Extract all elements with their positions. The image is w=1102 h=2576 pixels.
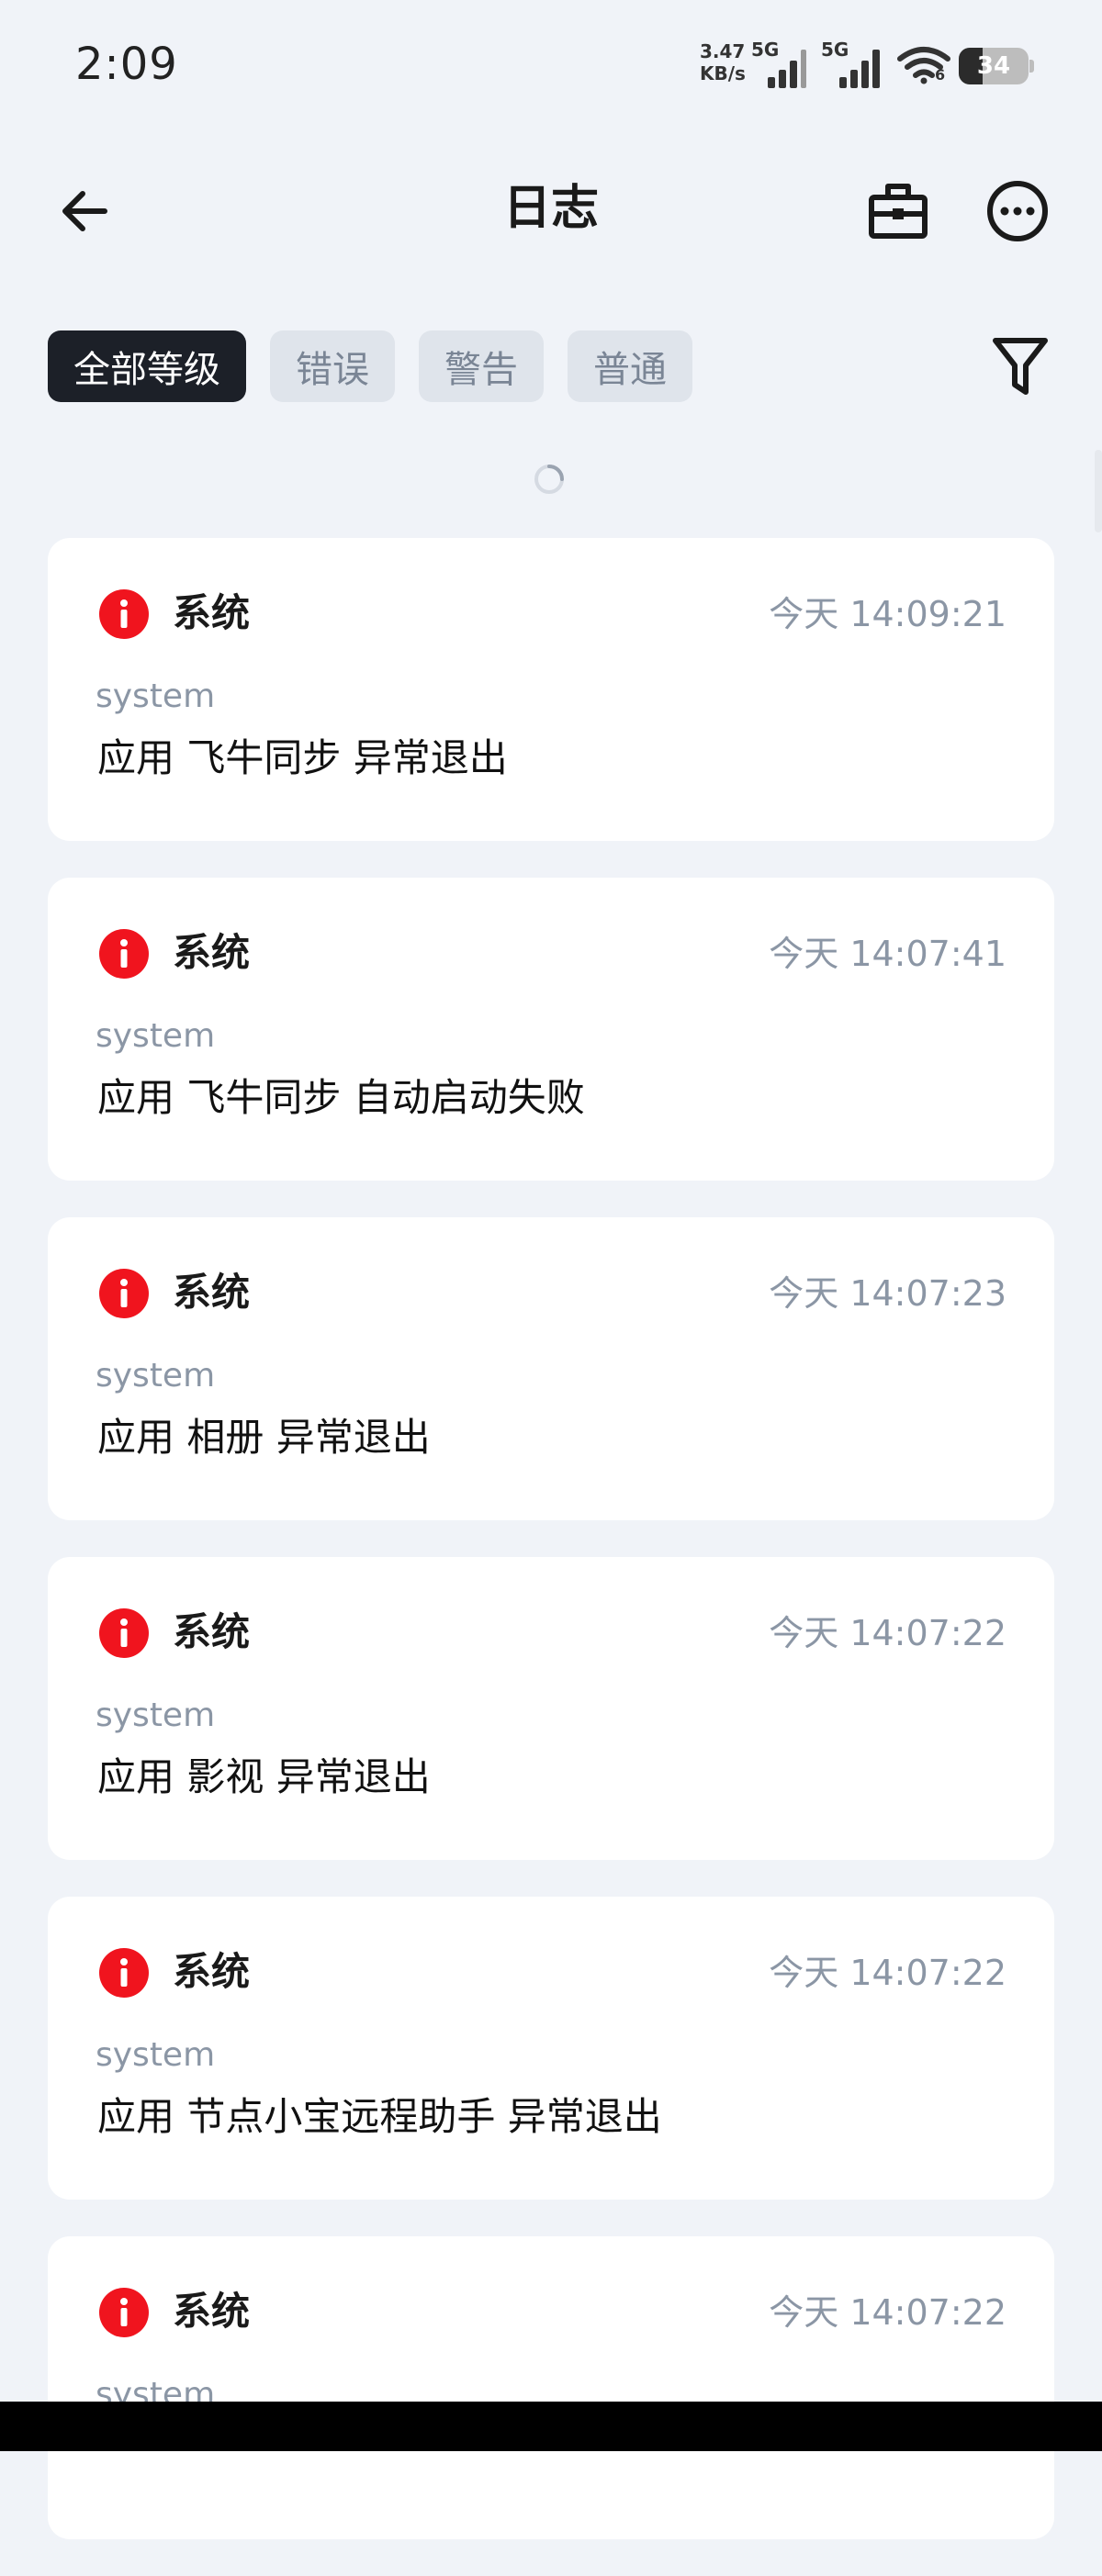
- log-source: 系统: [173, 1949, 251, 1994]
- network-speed: 3.47 KB/s: [700, 40, 746, 84]
- battery-tip: [1029, 60, 1034, 73]
- error-icon: [99, 1608, 149, 1658]
- log-message: 应用 飞牛同步 自动启动失败: [97, 1075, 585, 1120]
- log-source: 系统: [173, 930, 251, 975]
- wifi-indicator: 6: [896, 46, 951, 88]
- log-time: 今天 14:09:21: [769, 594, 1006, 634]
- page-title: 日志: [502, 181, 599, 236]
- log-card[interactable]: 系统 今天 14:07:22 system: [48, 2236, 1054, 2539]
- toolbox-button[interactable]: [861, 174, 935, 248]
- error-icon: [99, 2288, 149, 2337]
- log-card[interactable]: 系统 今天 14:07:22 system 应用 影视 异常退出: [48, 1557, 1054, 1860]
- wifi-type: 6: [935, 66, 946, 84]
- signal-bars-icon: [839, 50, 880, 88]
- log-time: 今天 14:07:23: [769, 1273, 1006, 1314]
- status-bar: 2:09 3.47 KB/s 5G 5G 6 34: [0, 0, 1102, 129]
- more-icon: [987, 181, 1048, 241]
- toolbox-icon: [869, 184, 928, 239]
- log-list: 系统 今天 14:09:21 system 应用 飞牛同步 异常退出 系统 今天…: [48, 538, 1054, 2576]
- log-source: 系统: [173, 590, 251, 635]
- chip-error[interactable]: 错误: [270, 330, 395, 402]
- log-card[interactable]: 系统 今天 14:07:22 system 应用 节点小宝远程助手 异常退出: [48, 1897, 1054, 2200]
- error-icon: [99, 929, 149, 979]
- log-category: system: [96, 1017, 216, 1055]
- error-icon: [99, 589, 149, 639]
- log-card[interactable]: 系统 今天 14:09:21 system 应用 飞牛同步 异常退出: [48, 538, 1054, 841]
- log-message: 应用 相册 异常退出: [97, 1415, 431, 1460]
- log-category: system: [96, 678, 216, 715]
- network-speed-value: 3.47: [700, 40, 746, 62]
- log-time: 今天 14:07:22: [769, 1613, 1006, 1653]
- log-category: system: [96, 1697, 216, 1734]
- log-category: system: [96, 1357, 216, 1394]
- signal-bars-icon: [768, 50, 806, 88]
- log-source: 系统: [173, 2289, 251, 2334]
- app-header: 日志: [0, 156, 1102, 257]
- more-options-button[interactable]: [981, 174, 1054, 248]
- log-category: system: [96, 2036, 216, 2074]
- error-icon: [99, 1269, 149, 1318]
- system-navigation-bar: [0, 2402, 1102, 2451]
- filter-button[interactable]: [984, 330, 1056, 402]
- log-source: 系统: [173, 1609, 251, 1654]
- log-message: 应用 节点小宝远程助手 异常退出: [97, 2094, 662, 2139]
- log-source: 系统: [173, 1270, 251, 1315]
- log-card[interactable]: 系统 今天 14:07:23 system 应用 相册 异常退出: [48, 1217, 1054, 1520]
- log-card[interactable]: 系统 今天 14:07:41 system 应用 飞牛同步 自动启动失败: [48, 878, 1054, 1181]
- battery-percent: 34: [976, 52, 1011, 80]
- log-time: 今天 14:07:41: [769, 934, 1006, 974]
- log-time: 今天 14:07:22: [769, 1953, 1006, 1993]
- battery-indicator: 34: [959, 48, 1034, 84]
- level-filter-chips: 全部等级 错误 警告 普通: [48, 330, 692, 402]
- log-time: 今天 14:07:22: [769, 2292, 1006, 2333]
- chip-warning[interactable]: 警告: [419, 330, 544, 402]
- error-icon: [99, 1948, 149, 1998]
- log-message: 应用 飞牛同步 异常退出: [97, 735, 508, 780]
- loading-spinner-icon: [534, 465, 564, 494]
- status-time: 2:09: [75, 39, 178, 90]
- funnel-icon: [993, 338, 1048, 395]
- network-speed-unit: KB/s: [700, 62, 746, 84]
- log-message: 应用 影视 异常退出: [97, 1754, 431, 1799]
- scrollbar[interactable]: [1095, 450, 1102, 532]
- chip-all-levels[interactable]: 全部等级: [48, 330, 246, 402]
- chip-normal[interactable]: 普通: [568, 330, 692, 402]
